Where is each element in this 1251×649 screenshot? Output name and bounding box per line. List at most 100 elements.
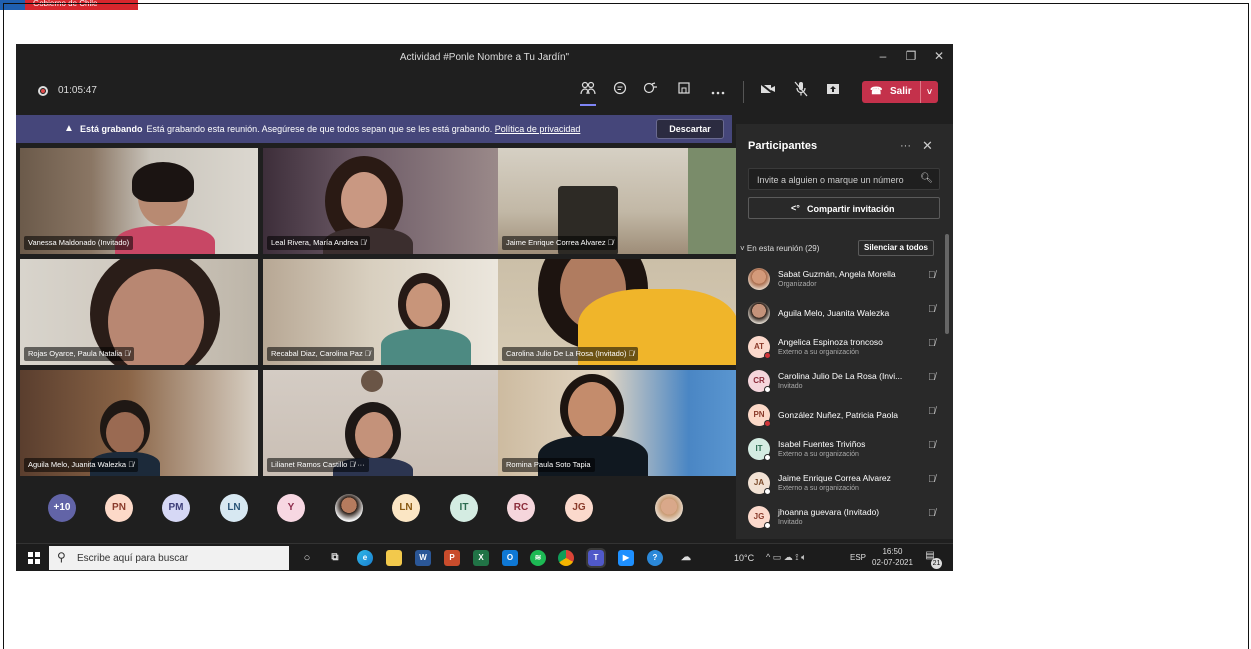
participant-name: Aguila Melo, Juanita Walezka 🎙̸ [24, 458, 138, 472]
participant-name: Isabel Fuentes Triviños [778, 439, 866, 449]
participant-avatar[interactable]: PM [162, 494, 190, 522]
notifications-icon[interactable]: ▤ 21 [922, 550, 942, 569]
participant-item[interactable]: Aguila Melo, Juanita Walezka 🎙̸ [748, 298, 938, 332]
system-tray-icons[interactable]: ^ ▭ ☁ ⟟ 🔈︎ [766, 552, 806, 563]
video-tile[interactable]: Leal Rivera, María Andrea 🎙̸ [263, 148, 501, 254]
recording-title: Está grabando [80, 124, 143, 134]
help-app-icon[interactable]: ? [647, 550, 663, 566]
mic-off-icon: 🎙̸ [928, 270, 936, 281]
participant-item[interactable]: PN González Nuñez, Patricia Paola 🎙̸ [748, 400, 938, 434]
temperature[interactable]: 10°C [734, 553, 754, 563]
participant-name: Sabat Guzmán, Angela Morella [778, 269, 896, 279]
participant-item[interactable]: IT Isabel Fuentes Triviños Externo a su … [748, 434, 938, 468]
mic-off-icon: 🎙̸ [928, 304, 936, 315]
more-icon[interactable] [707, 81, 729, 101]
in-meeting-section[interactable]: ˅ En esta reunión (29) [740, 244, 819, 253]
participant-name: Rojas Oyarce, Paula Natalia 🎙̸ [24, 347, 134, 361]
mute-all-button[interactable]: Silenciar a todos [858, 240, 934, 256]
camera-off-icon[interactable] [757, 81, 779, 101]
word-icon[interactable]: W [415, 550, 431, 566]
rooms-icon[interactable] [673, 81, 695, 101]
minimize-button[interactable]: – [874, 49, 892, 65]
panel-more-icon[interactable]: ··· [900, 140, 911, 152]
participant-role: Externo a su organización [778, 349, 859, 356]
invite-placeholder: Invite a alguien o marque un número [757, 175, 904, 185]
participant-avatar[interactable]: JG [565, 494, 593, 522]
close-window-button[interactable]: ✕ [930, 49, 948, 65]
media-app-icon[interactable]: ▶ [618, 550, 634, 566]
invite-input[interactable]: Invite a alguien o marque un número 🔍︎ [748, 168, 940, 190]
share-icon[interactable] [822, 81, 844, 101]
people-icon[interactable] [577, 81, 599, 106]
participant-name: Carolina Julio De La Rosa (Invi... [778, 371, 903, 381]
leave-button[interactable]: ☎ Salir ˅ [862, 81, 938, 103]
video-tile[interactable]: Recabal Diaz, Carolina Paz 🎙̸ [263, 259, 501, 365]
clock[interactable]: 16:50 02-07-2021 [872, 546, 913, 568]
meeting-timer: 01:05:47 [58, 85, 97, 96]
video-tile[interactable]: Aguila Melo, Juanita Walezka 🎙̸ [20, 370, 258, 476]
input-language[interactable]: ESP [850, 553, 866, 562]
video-tile[interactable]: Lilianet Ramos Castillo 🎙̸ ··· [263, 370, 501, 476]
participant-avatar[interactable]: RC [507, 494, 535, 522]
file-explorer-icon[interactable] [386, 550, 402, 566]
participant-item[interactable]: AT Angelica Espinoza troncoso Externo a … [748, 332, 938, 366]
mic-off-icon: 🎙̸ [928, 440, 936, 451]
participant-photo[interactable] [655, 494, 683, 522]
discard-button[interactable]: Descartar [656, 119, 724, 139]
video-tile[interactable]: Rojas Oyarce, Paula Natalia 🎙̸ [20, 259, 258, 365]
video-tile[interactable]: Carolina Julio De La Rosa (Invitado) 🎙̸ [498, 259, 736, 365]
participant-avatar[interactable]: LN [392, 494, 420, 522]
reactions-icon[interactable] [640, 81, 662, 101]
chat-icon[interactable] [609, 81, 631, 101]
task-view-icon[interactable]: ⧉ [327, 550, 343, 566]
panel-close-icon[interactable]: ✕ [922, 138, 933, 154]
mic-off-icon[interactable] [790, 81, 812, 101]
teams-icon[interactable]: T [586, 548, 606, 568]
panel-scrollbar[interactable] [945, 234, 949, 334]
participant-avatar: JG [748, 506, 771, 529]
taskbar-search-placeholder: Escribe aquí para buscar [77, 553, 189, 564]
participant-item[interactable]: Sabat Guzmán, Angela Morella Organizador… [748, 264, 938, 298]
powerpoint-icon[interactable]: P [444, 550, 460, 566]
windows-start-icon[interactable] [28, 552, 40, 564]
privacy-link[interactable]: Política de privacidad [495, 124, 581, 134]
participant-photo[interactable] [335, 494, 363, 522]
restore-button[interactable]: ❐ [902, 49, 920, 65]
participant-name: jhoanna guevara (Invitado) [778, 507, 880, 517]
participant-item[interactable]: CR Carolina Julio De La Rosa (Invi... In… [748, 366, 938, 400]
share-invite-button[interactable]: <° Compartir invitación [748, 197, 940, 219]
cortana-icon[interactable]: ○ [299, 550, 315, 566]
participant-item[interactable]: JA Jaime Enrique Correa Alvarez Externo … [748, 468, 938, 502]
excel-icon[interactable]: X [473, 550, 489, 566]
mic-off-icon: 🎙̸ [928, 372, 936, 383]
participant-item[interactable]: JG jhoanna guevara (Invitado) Invitado 🎙… [748, 502, 938, 536]
participants-panel: Participantes ··· ✕ Invite a alguien o m… [736, 124, 953, 539]
video-tile[interactable]: Jaime Enrique Correa Alvarez 🎙̸ [498, 148, 736, 254]
participant-avatar: CR [748, 370, 771, 393]
search-icon: 🔍︎ [920, 173, 933, 184]
taskbar-search[interactable]: ⚲ Escribe aquí para buscar [49, 546, 289, 570]
participant-name: Vanessa Maldonado (Invitado) [24, 236, 134, 250]
status-icon [764, 386, 771, 393]
participant-avatar[interactable]: PN [105, 494, 133, 522]
avatar-initials: AT [753, 342, 765, 351]
participant-avatar[interactable]: LN [220, 494, 248, 522]
recording-icon [38, 86, 48, 96]
video-tile[interactable]: Romina Paula Soto Tapia [498, 370, 736, 476]
participant-role: Externo a su organización [778, 451, 859, 458]
chrome-icon[interactable] [558, 550, 574, 566]
spotify-icon[interactable]: ≋ [530, 550, 546, 566]
chevron-down-icon[interactable]: ˅ [920, 81, 938, 103]
video-grid: Vanessa Maldonado (Invitado) Leal Rivera… [20, 148, 736, 476]
participant-avatar[interactable]: Y [277, 494, 305, 522]
edge-icon[interactable]: e [357, 550, 373, 566]
teams-window: Actividad #Ponle Nombre a Tu Jardín" – ❐… [16, 44, 953, 571]
participant-role: Externo a su organización [778, 485, 859, 492]
weather-icon[interactable]: ☁ [678, 550, 694, 566]
participant-name: Jaime Enrique Correa Alvarez 🎙̸ [502, 236, 618, 250]
video-tile[interactable]: Vanessa Maldonado (Invitado) [20, 148, 258, 254]
participant-avatar[interactable]: IT [450, 494, 478, 522]
mic-off-icon: 🎙̸ [928, 406, 936, 417]
outlook-icon[interactable]: O [502, 550, 518, 566]
more-participants-avatar[interactable]: +10 [48, 494, 76, 522]
